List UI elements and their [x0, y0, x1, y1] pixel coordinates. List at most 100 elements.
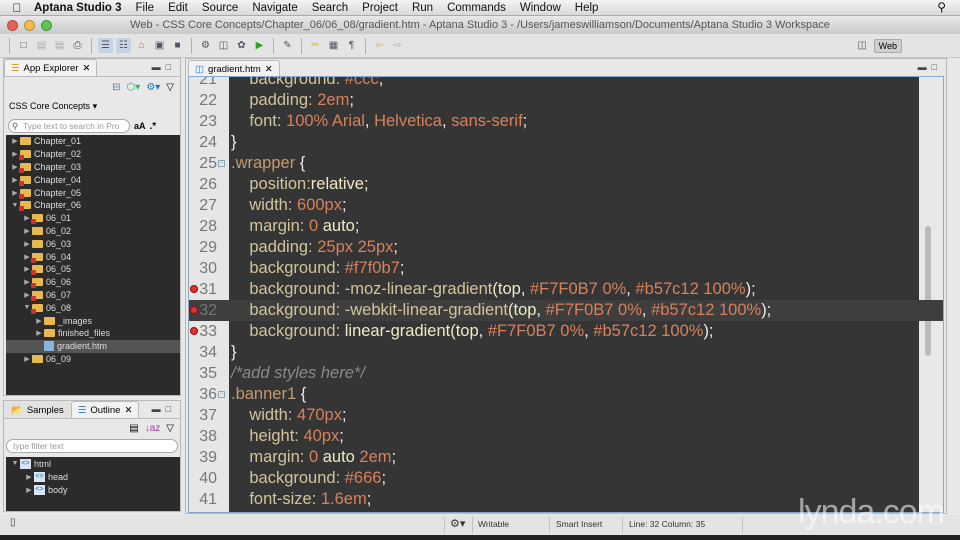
code-line[interactable]: 35 /*add styles here*/: [189, 363, 943, 384]
forward-icon[interactable]: ⇨: [390, 38, 405, 53]
collapsed-triangle-icon[interactable]: ▶: [24, 486, 34, 494]
app-explorer-icon[interactable]: ☰: [98, 38, 113, 53]
preview-icon[interactable]: ▣: [152, 38, 167, 53]
minimize-view-icon[interactable]: ▬: [152, 62, 166, 72]
new-view-icon[interactable]: ▯: [10, 517, 16, 528]
tree-folder-item[interactable]: ▼ Chapter_06: [6, 199, 180, 212]
sort-alpha-icon[interactable]: ↓az: [145, 423, 161, 434]
debug-icon[interactable]: ✿: [234, 38, 249, 53]
code-line[interactable]: 26 position:relative;: [189, 174, 943, 195]
code-line[interactable]: 21 background: #ccc;: [189, 77, 943, 90]
collapse-all-icon[interactable]: ⊟: [112, 82, 120, 93]
maximize-editor-icon[interactable]: □: [932, 62, 942, 72]
menu-run[interactable]: Run: [412, 2, 433, 14]
collapse-icon[interactable]: ▤: [129, 423, 138, 434]
collapsed-triangle-icon[interactable]: ▶: [34, 329, 44, 337]
code-line[interactable]: 33 background: linear-gradient(top, #F7F…: [189, 321, 943, 342]
expanded-triangle-icon[interactable]: ▼: [10, 460, 20, 467]
tree-file-item[interactable]: gradient.htm: [6, 339, 180, 353]
code-line[interactable]: 40 background: #666;: [189, 468, 943, 489]
spotlight-search-icon[interactable]: ⚲: [937, 0, 946, 14]
code-line[interactable]: 24}: [189, 132, 943, 153]
menu-source[interactable]: Source: [202, 2, 238, 14]
collapsed-triangle-icon[interactable]: ▶: [22, 355, 32, 363]
code-line[interactable]: 29 padding: 25px 25px;: [189, 237, 943, 258]
project-selector[interactable]: CSS Core Concepts ▾: [4, 97, 180, 115]
close-tab-icon[interactable]: ✕: [124, 405, 132, 416]
zoom-window-button[interactable]: [41, 20, 52, 31]
tree-folder-item[interactable]: ▶ 06_01: [6, 212, 180, 225]
open-type-icon[interactable]: ◫: [216, 38, 231, 53]
regex-toggle[interactable]: .*: [150, 121, 157, 132]
close-tab-icon[interactable]: ✕: [265, 64, 273, 75]
tree-folder-item[interactable]: ▶ 06_07: [6, 289, 180, 302]
settings-gear-icon[interactable]: ⚙▾: [146, 82, 160, 93]
code-editor[interactable]: 21 background: #ccc; 22 padding: 2em; 23 f…: [188, 76, 944, 513]
outline-item[interactable]: ▶ <> body: [6, 483, 180, 496]
menu-help[interactable]: Help: [575, 2, 599, 14]
collapsed-triangle-icon[interactable]: ▶: [24, 473, 34, 481]
highlight-icon[interactable]: ✏: [308, 38, 323, 53]
code-line[interactable]: 31 background: -moz-linear-gradient(top,…: [189, 279, 943, 300]
tree-folder-item[interactable]: ▶ Chapter_02: [6, 148, 180, 161]
menu-file[interactable]: File: [136, 2, 155, 14]
tree-folder-item[interactable]: ▶ Chapter_04: [6, 173, 180, 186]
tab-gradient-htm[interactable]: ◫ gradient.htm ✕: [188, 60, 280, 77]
code-line[interactable]: 39 margin: 0 auto 2em;: [189, 447, 943, 468]
tree-folder-item[interactable]: ▶ 06_04: [6, 250, 180, 263]
fold-toggle-icon[interactable]: −: [218, 391, 225, 398]
menu-edit[interactable]: Edit: [168, 2, 188, 14]
collapsed-triangle-icon[interactable]: ▶: [10, 137, 20, 145]
tab-app-explorer[interactable]: ☰ App Explorer ✕: [4, 59, 98, 76]
tree-folder-item[interactable]: ▶ Chapter_01: [6, 135, 180, 148]
collapsed-triangle-icon[interactable]: ▶: [22, 227, 32, 235]
tree-folder-item[interactable]: ▶ Chapter_03: [6, 161, 180, 174]
view-menu-icon[interactable]: ▽: [166, 423, 174, 434]
close-window-button[interactable]: [7, 20, 18, 31]
fold-toggle-icon[interactable]: −: [218, 160, 225, 167]
minimize-editor-icon[interactable]: ▬: [918, 62, 932, 72]
close-tab-icon[interactable]: ✕: [82, 63, 90, 74]
tree-folder-item[interactable]: ▶ 06_06: [6, 276, 180, 289]
project-explorer-icon[interactable]: ☷: [116, 38, 131, 53]
code-line[interactable]: 28 margin: 0 auto;: [189, 216, 943, 237]
code-line[interactable]: 37 width: 470px;: [189, 405, 943, 426]
collapsed-triangle-icon[interactable]: ▶: [22, 240, 32, 248]
deploy-icon[interactable]: ⚙: [198, 38, 213, 53]
tree-folder-item[interactable]: ▶ 06_05: [6, 263, 180, 276]
show-whitespace-icon[interactable]: ¶: [344, 38, 359, 53]
project-icon[interactable]: ⬡▾: [127, 82, 141, 93]
code-line[interactable]: 41 font-size: 1.6em;: [189, 489, 943, 510]
code-line[interactable]: 30 background: #f7f0b7;: [189, 258, 943, 279]
outline-item[interactable]: ▶ <> head: [6, 470, 180, 483]
menu-project[interactable]: Project: [362, 2, 398, 14]
maximize-view-icon[interactable]: □: [166, 62, 176, 72]
minimize-view-icon[interactable]: ▬: [152, 404, 166, 414]
back-icon[interactable]: ⇦: [372, 38, 387, 53]
code-line[interactable]: 27 width: 600px;: [189, 195, 943, 216]
menu-window[interactable]: Window: [520, 2, 561, 14]
run-icon[interactable]: ▶: [252, 38, 267, 53]
tree-folder-item[interactable]: ▶ 06_02: [6, 225, 180, 238]
collapsed-triangle-icon[interactable]: ▶: [34, 317, 44, 325]
tree-folder-item[interactable]: ▶ Chapter_05: [6, 186, 180, 199]
code-line[interactable]: 36− .banner1 {: [189, 384, 943, 405]
outline-filter-input[interactable]: type filter text: [6, 439, 178, 453]
code-line[interactable]: 32 background: -webkit-linear-gradient(t…: [189, 300, 943, 321]
home-icon[interactable]: ⌂: [134, 38, 149, 53]
pen-tool-icon[interactable]: ✎: [280, 38, 295, 53]
maximize-view-icon[interactable]: □: [166, 404, 176, 414]
menu-navigate[interactable]: Navigate: [252, 2, 297, 14]
web-perspective-button[interactable]: Web: [873, 38, 902, 53]
menu-commands[interactable]: Commands: [447, 2, 506, 14]
minimize-window-button[interactable]: [24, 20, 35, 31]
tree-folder-item[interactable]: ▼ 06_08: [6, 301, 180, 314]
terminal-icon[interactable]: ■: [170, 38, 185, 53]
app-menu[interactable]: Aptana Studio 3: [34, 2, 122, 14]
code-line[interactable]: 34}: [189, 342, 943, 363]
code-line[interactable]: 38 height: 40px;: [189, 426, 943, 447]
tree-folder-item[interactable]: ▶ 06_03: [6, 237, 180, 250]
case-sensitive-toggle[interactable]: aA: [134, 121, 146, 131]
tab-outline[interactable]: ☰ Outline ✕: [70, 401, 140, 418]
save-all-icon[interactable]: ▤: [52, 38, 67, 53]
